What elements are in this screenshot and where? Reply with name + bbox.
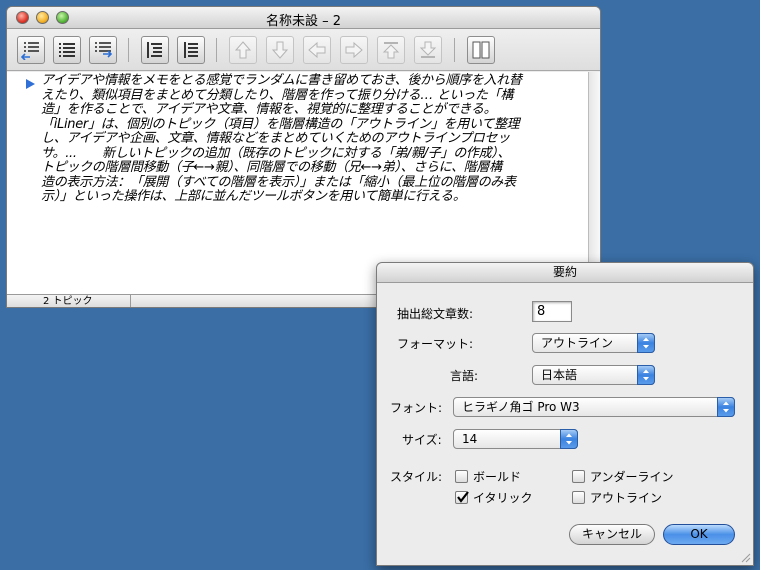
format-label: フォーマット: xyxy=(397,337,474,351)
italic-checkbox[interactable]: イタリック xyxy=(455,489,533,506)
summary-dialog: 要約 抽出総文章数: 8 フォーマット: アウトライン 言語: 日本語 フォント… xyxy=(376,262,754,566)
outline-line: サ。... 新しいトピックの追加（既存のトピックに対する「弟/親/子」の作成）、 xyxy=(41,145,511,161)
language-popup[interactable]: 日本語 xyxy=(532,365,655,385)
font-popup[interactable]: ヒラギノ角ゴ Pro W3 xyxy=(453,397,735,417)
outline-label: アウトライン xyxy=(590,491,663,505)
outline-line: 造」を作ることで、アイデアや文章、情報を、視覚的に整理することができる。 xyxy=(41,102,497,117)
bold-label: ボールド xyxy=(473,470,522,484)
size-popup[interactable]: 14 xyxy=(453,429,578,449)
outline-line: アイデアや情報をメモをとる感覚でランダムに書き留めておき、後から順序を入れ替 xyxy=(41,73,522,88)
window-title: 名称未設 – 2 xyxy=(265,14,342,29)
outline-checkbox[interactable]: アウトライン xyxy=(572,489,662,506)
add-topic-icon xyxy=(59,43,75,57)
checkbox-box xyxy=(455,470,468,483)
underline-checkbox[interactable]: アンダーライン xyxy=(572,468,674,485)
font-label: フォント: xyxy=(390,401,443,415)
move-left-button[interactable] xyxy=(303,36,331,64)
outline-line: 造の表示方法：「展開（すべての階層を表示）」または「縮小（最上位の階層のみ表 xyxy=(41,174,516,190)
add-subtopic-icon xyxy=(95,42,113,58)
language-value: 日本語 xyxy=(541,368,578,382)
outline-line: 「iLiner」は、個別のトピック（項目）を階層構造の「アウトライン」を用いて整… xyxy=(41,116,520,132)
add-topic-button[interactable] xyxy=(53,36,81,64)
vertical-scrollbar[interactable] xyxy=(588,72,600,294)
outline-topic-text[interactable]: アイデアや情報をメモをとる感覚でランダムに書き留めておき、後から順序を入れ替 え… xyxy=(41,73,586,205)
sentence-count-field[interactable]: 8 xyxy=(532,301,572,322)
cancel-button[interactable]: キャンセル xyxy=(569,524,655,545)
arrow-right-icon xyxy=(345,41,363,59)
move-down-button[interactable] xyxy=(266,36,294,64)
split-view-icon xyxy=(472,41,490,59)
resize-grip-icon[interactable] xyxy=(740,552,751,563)
collapse-all-button[interactable] xyxy=(177,36,205,64)
outline-line: し、アイデアや企画、文章、情報などをまとめていくためのアウトラインプロセッ xyxy=(41,131,510,146)
arrow-left-icon xyxy=(308,41,326,59)
outline-view[interactable]: アイデアや情報をメモをとる感覚でランダムに書き留めておき、後から順序を入れ替 え… xyxy=(7,72,588,294)
expand-all-button[interactable] xyxy=(141,36,169,64)
checkbox-box xyxy=(572,491,585,504)
arrow-up-icon xyxy=(234,41,252,59)
add-topic-above-button[interactable] xyxy=(17,36,45,64)
title-bar[interactable]: 名称未設 – 2 xyxy=(7,7,600,29)
topic-count: 2 トピック xyxy=(7,295,131,307)
format-popup[interactable]: アウトライン xyxy=(532,333,655,353)
format-value: アウトライン xyxy=(541,336,614,350)
popup-arrows-icon xyxy=(637,333,655,353)
toolbar-separator xyxy=(454,38,455,62)
arrow-down-icon xyxy=(271,41,289,59)
toolbar-separator xyxy=(128,38,129,62)
checkmark-icon xyxy=(457,491,469,503)
language-label: 言語: xyxy=(450,369,479,383)
split-view-button[interactable] xyxy=(467,36,495,64)
add-subtopic-button[interactable] xyxy=(89,36,117,64)
popup-arrows-icon xyxy=(560,429,578,449)
size-label: サイズ: xyxy=(402,433,442,447)
add-above-icon xyxy=(21,42,39,60)
underline-label: アンダーライン xyxy=(590,470,674,484)
outline-line: トピックの階層間移動（子←→親）、同階層での移動（兄←→弟）、さらに、階層構 xyxy=(41,160,502,175)
style-label: スタイル: xyxy=(390,470,443,484)
outline-line: えたり、類似項目をまとめて分類したり、階層を作って振り分ける… といった「構 xyxy=(41,87,514,103)
move-up-button[interactable] xyxy=(229,36,257,64)
collapse-icon xyxy=(184,42,198,58)
checkbox-box xyxy=(572,470,585,483)
disclosure-triangle-icon[interactable] xyxy=(24,78,36,90)
move-bottom-button[interactable] xyxy=(414,36,442,64)
size-value: 14 xyxy=(462,432,478,446)
popup-arrows-icon xyxy=(717,397,735,417)
dialog-title[interactable]: 要約 xyxy=(377,263,753,283)
toolbar xyxy=(7,29,600,71)
checkbox-box xyxy=(455,491,469,504)
popup-arrows-icon xyxy=(637,365,655,385)
outline-line: 示）」といった操作は、上部に並んだツールボタンを用いて簡単に行える。 xyxy=(41,189,466,204)
move-top-button[interactable] xyxy=(377,36,405,64)
ok-button[interactable]: OK xyxy=(663,524,735,545)
arrow-top-icon xyxy=(382,42,400,59)
bold-checkbox[interactable]: ボールド xyxy=(455,468,521,485)
arrow-bottom-icon xyxy=(419,41,437,58)
expand-icon xyxy=(147,42,162,58)
font-value: ヒラギノ角ゴ Pro W3 xyxy=(462,400,580,414)
sentence-count-label: 抽出総文章数: xyxy=(397,307,474,321)
italic-label: イタリック xyxy=(473,491,533,505)
toolbar-separator xyxy=(216,38,217,62)
move-right-button[interactable] xyxy=(340,36,368,64)
